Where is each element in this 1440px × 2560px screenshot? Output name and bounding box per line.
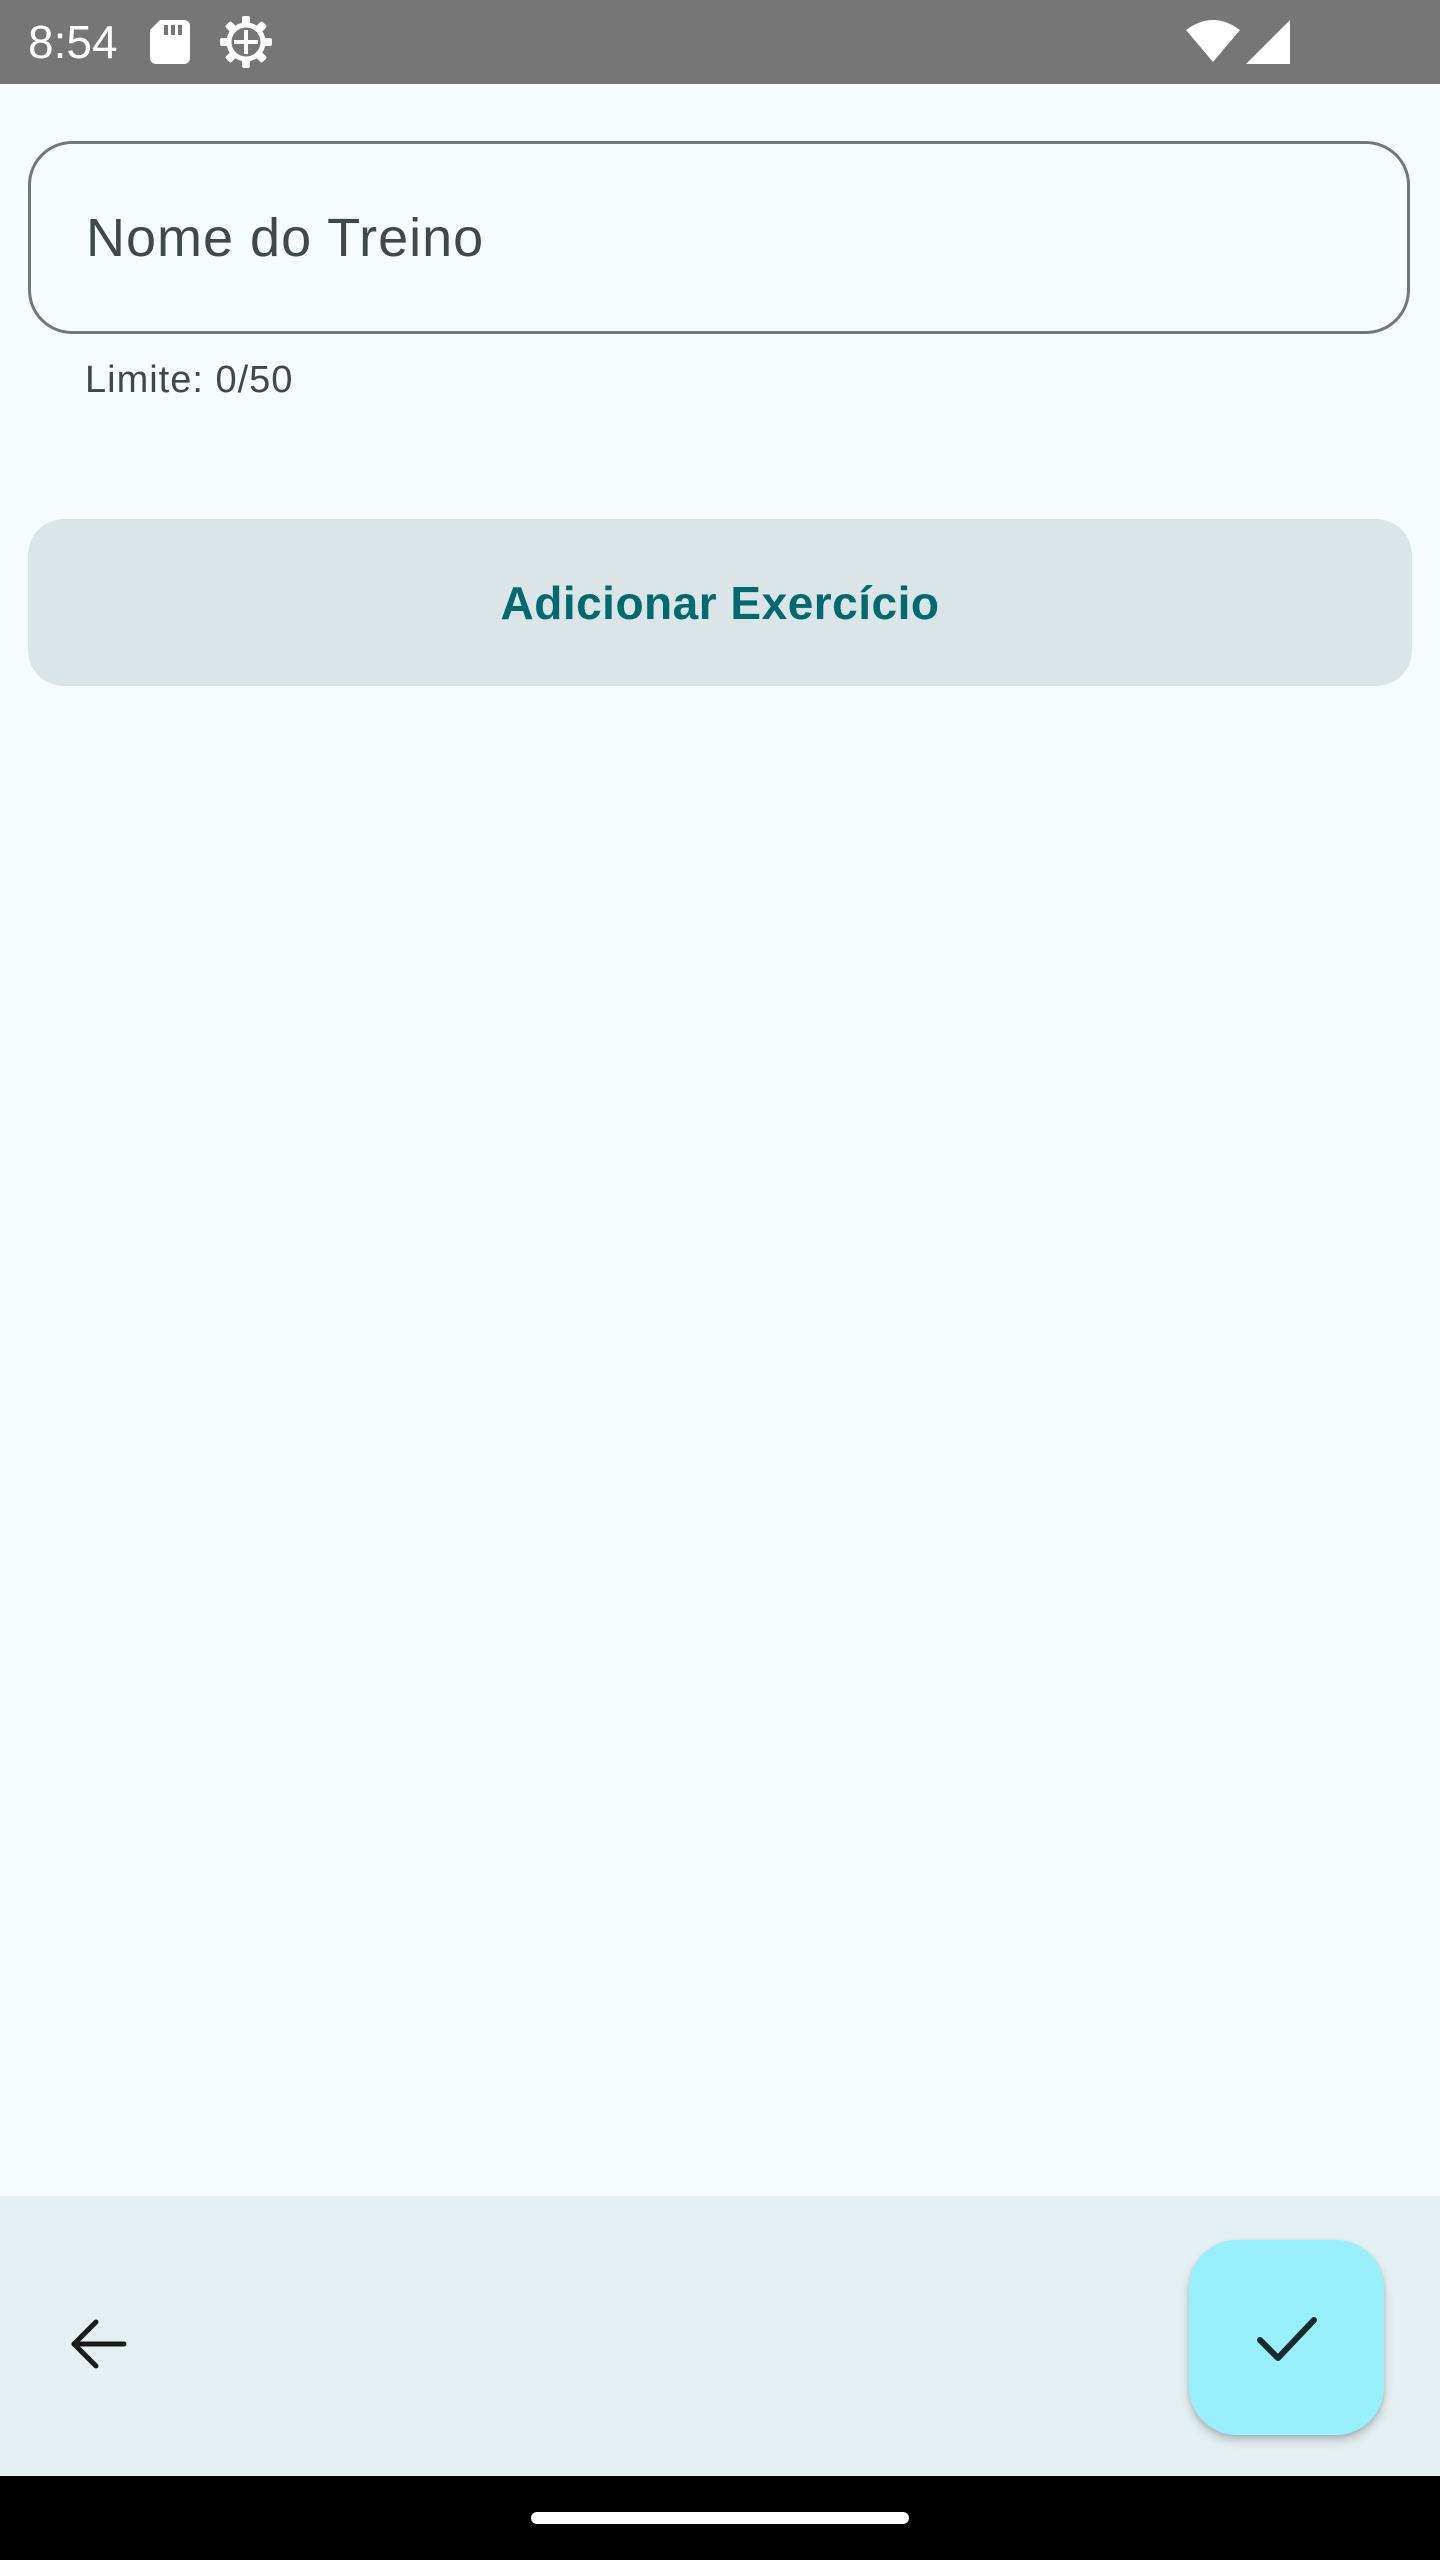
status-time: 8:54	[28, 16, 118, 68]
create-workout-screen: 8:54 Nome do Treino Limite: 0/50 Adicion…	[0, 0, 1440, 2560]
workout-name-input[interactable]	[86, 192, 1356, 284]
wifi-icon	[1186, 20, 1240, 62]
check-icon	[1256, 2316, 1317, 2361]
gesture-navigation-bar	[0, 2476, 1440, 2560]
workout-name-field[interactable]	[28, 141, 1410, 334]
add-exercise-label: Adicionar Exercício	[500, 576, 940, 629]
cell-signal-icon	[1246, 20, 1290, 64]
bottom-app-bar	[0, 2196, 1440, 2476]
settings-gear-icon	[220, 16, 272, 68]
status-bar: 8:54	[0, 0, 1440, 84]
character-limit-text: Limite: 0/50	[85, 359, 294, 401]
back-button[interactable]	[48, 2294, 148, 2394]
confirm-fab[interactable]	[1189, 2240, 1384, 2435]
arrow-back-icon	[71, 2319, 127, 2369]
sd-card-icon	[150, 20, 190, 64]
home-gesture-handle[interactable]	[531, 2512, 909, 2524]
add-exercise-button[interactable]: Adicionar Exercício	[28, 519, 1412, 686]
